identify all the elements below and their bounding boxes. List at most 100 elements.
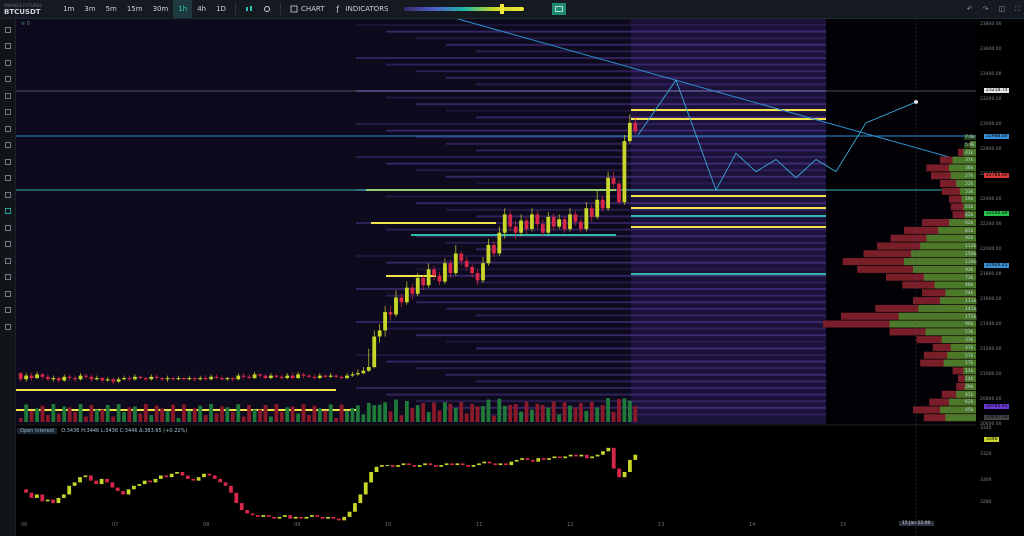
oi-tick: 3280 <box>980 500 992 505</box>
oi-label: Open Interest <box>17 428 58 434</box>
oi-candle <box>234 492 239 504</box>
pencil-icon[interactable] <box>3 207 12 216</box>
eraser-icon[interactable] <box>3 91 12 100</box>
timeframe-3m[interactable]: 3m <box>79 0 100 18</box>
camera-icon[interactable]: ◫ <box>998 5 1005 13</box>
oi-candle <box>261 515 266 517</box>
volume-bar <box>258 409 262 422</box>
volume-bar <box>18 418 23 422</box>
drawing-toolbar <box>0 19 16 536</box>
liquidity-streak <box>446 142 826 145</box>
volume-bar <box>470 403 475 422</box>
oi-candle <box>374 466 379 472</box>
oi-candle <box>115 487 120 491</box>
brush-icon[interactable] <box>3 75 12 84</box>
candle-body <box>426 269 431 286</box>
liquidity-streak <box>386 162 826 165</box>
timeframe-1h[interactable]: 1h <box>173 0 193 18</box>
candle-body <box>73 378 78 380</box>
volume-bar <box>540 405 545 422</box>
timeframe-30m[interactable]: 30m <box>148 0 174 18</box>
candle-body <box>225 378 230 380</box>
fib-icon[interactable] <box>3 240 12 249</box>
redo-icon[interactable]: ↷ <box>983 5 989 13</box>
oi-candle <box>180 472 185 476</box>
cursor-icon[interactable] <box>3 42 12 51</box>
undo-icon[interactable]: ↶ <box>967 5 973 13</box>
chart-button[interactable]: CHART <box>285 5 330 13</box>
slider-knob[interactable] <box>499 4 504 14</box>
volume-profile-label: 42k <box>964 213 975 219</box>
timeframe-4h[interactable]: 4h <box>192 0 211 18</box>
oi-candle <box>315 515 320 517</box>
candle-body <box>122 378 126 380</box>
candle-body <box>84 375 88 377</box>
candle-body <box>247 376 252 379</box>
candle-body <box>578 221 583 230</box>
candle-type-button[interactable] <box>240 5 258 13</box>
candle-body <box>464 260 469 267</box>
symbol-selector[interactable]: BINANCE FUTURES BTCUSDT <box>0 2 54 16</box>
volume-bar <box>323 410 328 422</box>
timeframe-1m[interactable]: 1m <box>58 0 79 18</box>
volume-profile-label: 46k <box>964 283 975 289</box>
oi-candle <box>493 463 498 466</box>
trendline-icon[interactable] <box>3 124 12 133</box>
volume-profile-label: 57k <box>964 353 975 359</box>
oi-candle <box>358 494 363 504</box>
oi-candle <box>126 489 131 495</box>
volume-bar <box>160 408 165 422</box>
oi-candle <box>56 497 61 504</box>
volume-profile-buy <box>945 414 976 422</box>
oi-candle <box>628 459 632 472</box>
volume-bar <box>404 400 409 422</box>
trash-icon[interactable] <box>3 108 12 117</box>
indicators-button[interactable]: ƒ INDICATORS <box>330 5 394 13</box>
candle-body <box>540 224 545 233</box>
time-axis[interactable]: 06 07 08 09 10 11 12 13 14 15 <box>16 519 976 529</box>
volume-bar <box>40 405 45 422</box>
settings-button[interactable] <box>258 5 276 13</box>
timeframe-5m[interactable]: 5m <box>101 0 122 18</box>
oi-tick: 3300 <box>980 478 992 483</box>
candle-body <box>557 219 562 227</box>
candle-body <box>29 375 34 379</box>
oi-candle <box>466 465 471 467</box>
oi-candle <box>633 454 638 460</box>
screenshot-button[interactable] <box>551 3 566 15</box>
parallel-channel-icon[interactable] <box>3 289 12 298</box>
flag-icon[interactable] <box>3 157 12 166</box>
candle-body <box>171 378 175 380</box>
crosshair-icon[interactable] <box>3 25 12 34</box>
volume-profile-label: 62k <box>964 400 975 406</box>
oi-tick: 3320 <box>980 452 992 457</box>
liquidity-streak <box>416 70 826 73</box>
volume-profile-label: 141k <box>964 306 978 312</box>
volume-bar <box>334 417 339 422</box>
grid-icon[interactable] <box>3 256 12 265</box>
timeframe-15m[interactable]: 15m <box>122 0 148 18</box>
candle-body <box>24 375 29 380</box>
candle-body <box>56 378 61 381</box>
volume-bar <box>35 408 39 422</box>
volume-bar <box>230 412 235 422</box>
timeframe-1D[interactable]: 1D <box>211 0 231 18</box>
oi-candle <box>88 475 93 481</box>
volume-profile-label: 27k <box>964 174 975 180</box>
chart-canvas[interactable] <box>16 19 1024 536</box>
text-icon[interactable] <box>3 306 12 315</box>
ruler-icon[interactable] <box>3 174 12 183</box>
rectangle-icon[interactable] <box>3 223 12 232</box>
fullscreen-icon[interactable]: ⛶ <box>1015 5 1020 14</box>
volume-profile-label: 112k <box>964 244 978 250</box>
vertical-line-icon[interactable] <box>3 273 12 282</box>
price-tick: 21600.00 <box>980 297 1002 302</box>
oi-candle <box>504 463 508 466</box>
oi-candle <box>611 447 616 469</box>
volume-bar <box>437 410 442 422</box>
path-icon[interactable] <box>3 141 12 150</box>
eye-icon[interactable] <box>3 58 12 67</box>
horizontal-ray-icon[interactable] <box>3 190 12 199</box>
pattern-icon[interactable] <box>3 322 12 331</box>
heatmap-intensity-slider[interactable] <box>403 4 524 14</box>
